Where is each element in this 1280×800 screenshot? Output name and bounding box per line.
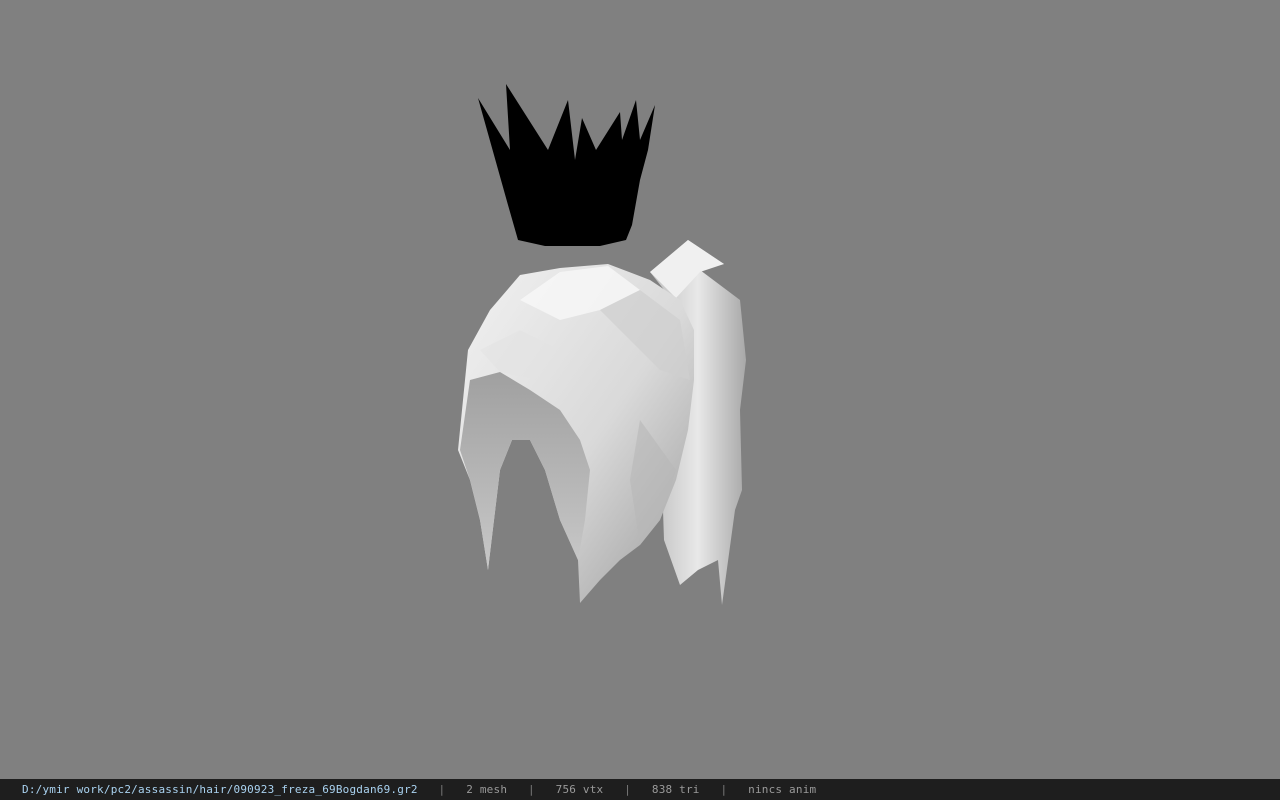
separator: | (438, 783, 446, 796)
separator: | (527, 783, 535, 796)
status-bar: D:/ymir work/pc2/assassin/hair/090923_fr… (0, 779, 1280, 800)
vertex-count-label: 756 vtx (555, 783, 604, 796)
triangle-count-label: 838 tri (651, 783, 700, 796)
model-render (458, 84, 746, 605)
hair-mesh (458, 240, 746, 605)
crown-mesh (478, 84, 655, 246)
file-path-label: D:/ymir work/pc2/assassin/hair/090923_fr… (22, 783, 418, 796)
separator: | (720, 783, 728, 796)
animation-status-label: nincs anim (748, 783, 817, 796)
3d-viewport[interactable] (0, 0, 1280, 779)
mesh-count-label: 2 mesh (466, 783, 508, 796)
separator: | (624, 783, 632, 796)
